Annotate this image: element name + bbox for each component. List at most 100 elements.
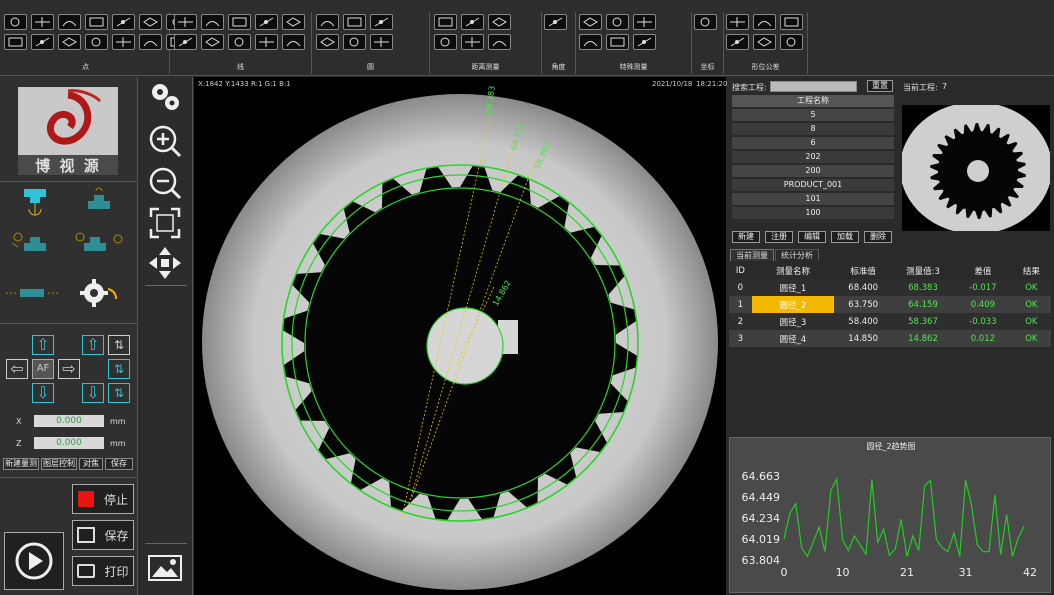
- measure-tool-button[interactable]: [633, 34, 656, 50]
- rotate-icon[interactable]: ⇅: [108, 335, 130, 355]
- measure-tool-button[interactable]: [58, 14, 81, 30]
- measure-tool-button[interactable]: [694, 14, 717, 30]
- table-row[interactable]: 3 圆径_4 14.850 14.862 0.012 OK: [729, 330, 1051, 347]
- register-project-button[interactable]: 注册: [765, 231, 793, 243]
- focus-button[interactable]: 对焦: [79, 458, 103, 470]
- measure-tool-button[interactable]: [316, 34, 339, 50]
- table-row[interactable]: 2 圆径_3 58.400 58.367 -0.033 OK: [729, 313, 1051, 330]
- tab-current-measure[interactable]: 当前测量: [730, 249, 774, 261]
- coaxial-light-icon[interactable]: [20, 187, 50, 223]
- measure-tool-button[interactable]: [488, 14, 511, 30]
- measure-tool-button[interactable]: [174, 34, 197, 50]
- measure-tool-button[interactable]: [343, 34, 366, 50]
- zoom-in-icon[interactable]: [147, 123, 183, 159]
- project-list-item[interactable]: 100: [732, 207, 894, 219]
- measure-tool-button[interactable]: [370, 14, 393, 30]
- move-down-arrow-icon[interactable]: ⇩: [32, 383, 54, 403]
- tab-statistics[interactable]: 统计分析: [775, 249, 819, 261]
- measure-tool-button[interactable]: [112, 34, 135, 50]
- measure-tool-button[interactable]: [174, 14, 197, 30]
- move-up-arrow-icon[interactable]: ⇧: [32, 335, 54, 355]
- measure-tool-button[interactable]: [4, 34, 27, 50]
- autofocus-button[interactable]: AF: [32, 359, 54, 379]
- measure-tool-button[interactable]: [228, 34, 251, 50]
- measure-tool-button[interactable]: [31, 34, 54, 50]
- project-list-item[interactable]: 202: [732, 151, 894, 163]
- zoom-out-icon[interactable]: [147, 165, 183, 201]
- z-down-arrow-icon[interactable]: ⇩: [82, 383, 104, 403]
- measure-tool-button[interactable]: [316, 14, 339, 30]
- measure-tool-button[interactable]: [461, 14, 484, 30]
- measure-tool-button[interactable]: [434, 34, 457, 50]
- left-light-icon[interactable]: [8, 227, 58, 263]
- measure-tool-button[interactable]: [112, 14, 135, 30]
- measure-tool-button[interactable]: [85, 34, 108, 50]
- image-view-icon[interactable]: [147, 551, 183, 587]
- z-up-arrow-icon[interactable]: ⇧: [82, 335, 104, 355]
- rotate-slow-icon[interactable]: ⇅: [108, 383, 130, 403]
- measure-tool-button[interactable]: [343, 14, 366, 30]
- pan-move-icon[interactable]: [147, 245, 183, 281]
- measure-tool-button[interactable]: [282, 14, 305, 30]
- measure-tool-button[interactable]: [255, 34, 278, 50]
- measure-tool-button[interactable]: [544, 14, 567, 30]
- measure-tool-button[interactable]: [579, 34, 602, 50]
- table-row[interactable]: 1 圆径_2 63.750 64.159 0.409 OK: [729, 296, 1051, 313]
- project-list-item[interactable]: 200: [732, 165, 894, 177]
- new-measure-button[interactable]: 新建量测: [3, 458, 39, 470]
- measure-tool-button[interactable]: [58, 34, 81, 50]
- move-left-arrow-icon[interactable]: ⇦: [6, 359, 28, 379]
- measure-tool-button[interactable]: [282, 34, 305, 50]
- load-project-button[interactable]: 加载: [831, 231, 859, 243]
- rotate-fast-icon[interactable]: ⇅: [108, 359, 130, 379]
- measure-tool-button[interactable]: [579, 14, 602, 30]
- move-right-arrow-icon[interactable]: ⇨: [58, 359, 80, 379]
- layer-control-button[interactable]: 图层控制: [41, 458, 77, 470]
- measure-tool-button[interactable]: [139, 34, 162, 50]
- measure-tool-button[interactable]: [139, 14, 162, 30]
- settings-gears-icon[interactable]: [147, 79, 183, 115]
- measure-tool-button[interactable]: [31, 14, 54, 30]
- project-list-item[interactable]: 8: [732, 123, 894, 135]
- measure-tool-button[interactable]: [726, 14, 749, 30]
- measure-tool-button[interactable]: [461, 34, 484, 50]
- measure-tool-button[interactable]: [4, 14, 27, 30]
- measure-tool-button[interactable]: [606, 14, 629, 30]
- measure-tool-button[interactable]: [606, 34, 629, 50]
- fit-screen-icon[interactable]: [147, 205, 183, 241]
- new-project-button[interactable]: 新建: [732, 231, 760, 243]
- measure-tool-button[interactable]: [201, 34, 224, 50]
- search-input[interactable]: [770, 81, 857, 92]
- measure-tool-button[interactable]: [726, 34, 749, 50]
- ring-light-icon[interactable]: [84, 187, 114, 223]
- measure-tool-button[interactable]: [255, 14, 278, 30]
- measure-tool-button[interactable]: [85, 14, 108, 30]
- delete-project-button[interactable]: 删除: [864, 231, 892, 243]
- save-settings-button[interactable]: 保存: [105, 458, 133, 470]
- measure-tool-button[interactable]: [370, 34, 393, 50]
- measure-tool-button[interactable]: [434, 14, 457, 30]
- run-button[interactable]: [4, 532, 64, 590]
- measure-tool-button[interactable]: [753, 34, 776, 50]
- measure-tool-button[interactable]: [201, 14, 224, 30]
- measure-tool-button[interactable]: [633, 14, 656, 30]
- stop-button[interactable]: 停止: [72, 484, 134, 514]
- measure-tool-button[interactable]: [780, 34, 803, 50]
- measure-tool-button[interactable]: [228, 14, 251, 30]
- reset-button[interactable]: 重置: [867, 80, 893, 92]
- project-list-item[interactable]: PRODUCT_001: [732, 179, 894, 191]
- print-button[interactable]: 打印: [72, 556, 134, 586]
- right-light-icon[interactable]: [72, 227, 128, 263]
- project-list-item[interactable]: 6: [732, 137, 894, 149]
- project-list-item[interactable]: 5: [732, 109, 894, 121]
- table-row[interactable]: 0 圆径_1 68.400 68.383 -0.017 OK: [729, 279, 1051, 296]
- camera-image-view[interactable]: X:1842 Y:1433 R:1 G:1 B:1 2021/10/18 18:…: [194, 77, 727, 595]
- light-settings-gear-icon[interactable]: [78, 275, 122, 311]
- measure-tool-button[interactable]: [488, 34, 511, 50]
- measure-tool-button[interactable]: [753, 14, 776, 30]
- edit-project-button[interactable]: 编辑: [798, 231, 826, 243]
- project-list-item[interactable]: 101: [732, 193, 894, 205]
- measure-tool-button[interactable]: [780, 14, 803, 30]
- save-image-button[interactable]: 保存: [72, 520, 134, 550]
- bottom-light-icon[interactable]: [4, 281, 60, 305]
